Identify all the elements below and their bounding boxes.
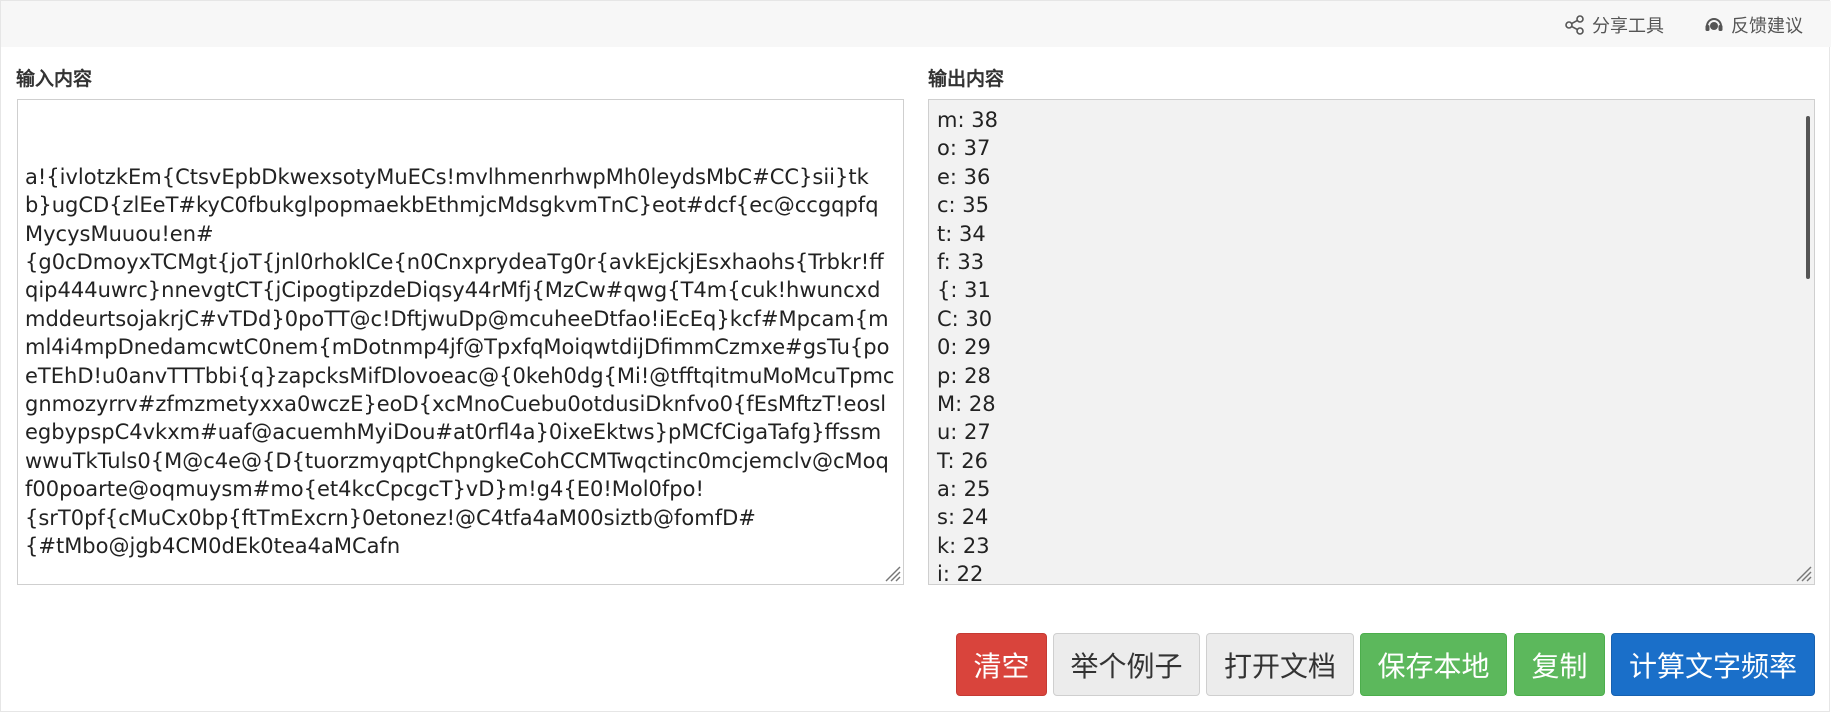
share-tool-link[interactable]: 分享工具 [1564,13,1664,37]
feedback-label: 反馈建议 [1731,16,1803,37]
output-line: a: 25 [937,477,991,502]
calculate-frequency-button[interactable]: 计算文字频率 [1611,633,1815,696]
output-scrollbar[interactable] [1806,116,1810,279]
output-line: i: 22 [937,562,984,585]
output-line: o: 37 [937,136,991,161]
resize-grip-icon[interactable] [883,564,901,582]
feedback-link[interactable]: 反馈建议 [1703,13,1803,37]
output-line: k: 23 [937,533,990,558]
input-panel-title: 输入内容 [16,68,93,90]
output-line: t: 34 [937,221,986,246]
output-line: T: 26 [937,448,988,473]
top-toolbar: 分享工具 反馈建议 [1,1,1831,47]
share-icon [1565,15,1584,35]
save-local-button[interactable]: 保存本地 [1360,633,1507,696]
output-line: C: 30 [937,306,993,331]
copy-button[interactable]: 复制 [1514,633,1605,696]
output-line: u: 27 [937,420,991,445]
output-line: m: 38 [937,108,998,132]
open-document-button[interactable]: 打开文档 [1206,633,1354,696]
output-line: e: 36 [937,164,991,189]
output-textarea[interactable]: m: 38 o: 37 e: 36 c: 35 t: 34 f: 33 {: 3… [928,99,1815,585]
clear-button[interactable]: 清空 [956,633,1047,696]
headset-icon [1705,18,1723,31]
output-panel-title: 输出内容 [928,68,1005,90]
output-line: p: 28 [937,363,991,388]
input-text: a!{ivlotzkEm{CtsvEpbDkwexsotyMuECs!mvlhm… [25,164,895,559]
output-line: s: 24 [937,505,989,530]
output-line: f: 33 [937,249,985,274]
resize-grip-icon[interactable] [1794,564,1812,582]
input-textarea[interactable]: a!{ivlotzkEm{CtsvEpbDkwexsotyMuECs!mvlhm… [17,99,904,585]
output-line: 0: 29 [937,335,991,360]
output-line: c: 35 [937,193,990,218]
output-line: M: 28 [937,391,996,416]
example-button[interactable]: 举个例子 [1053,633,1200,696]
output-line: {: 31 [937,278,991,303]
share-tool-label: 分享工具 [1592,16,1664,37]
